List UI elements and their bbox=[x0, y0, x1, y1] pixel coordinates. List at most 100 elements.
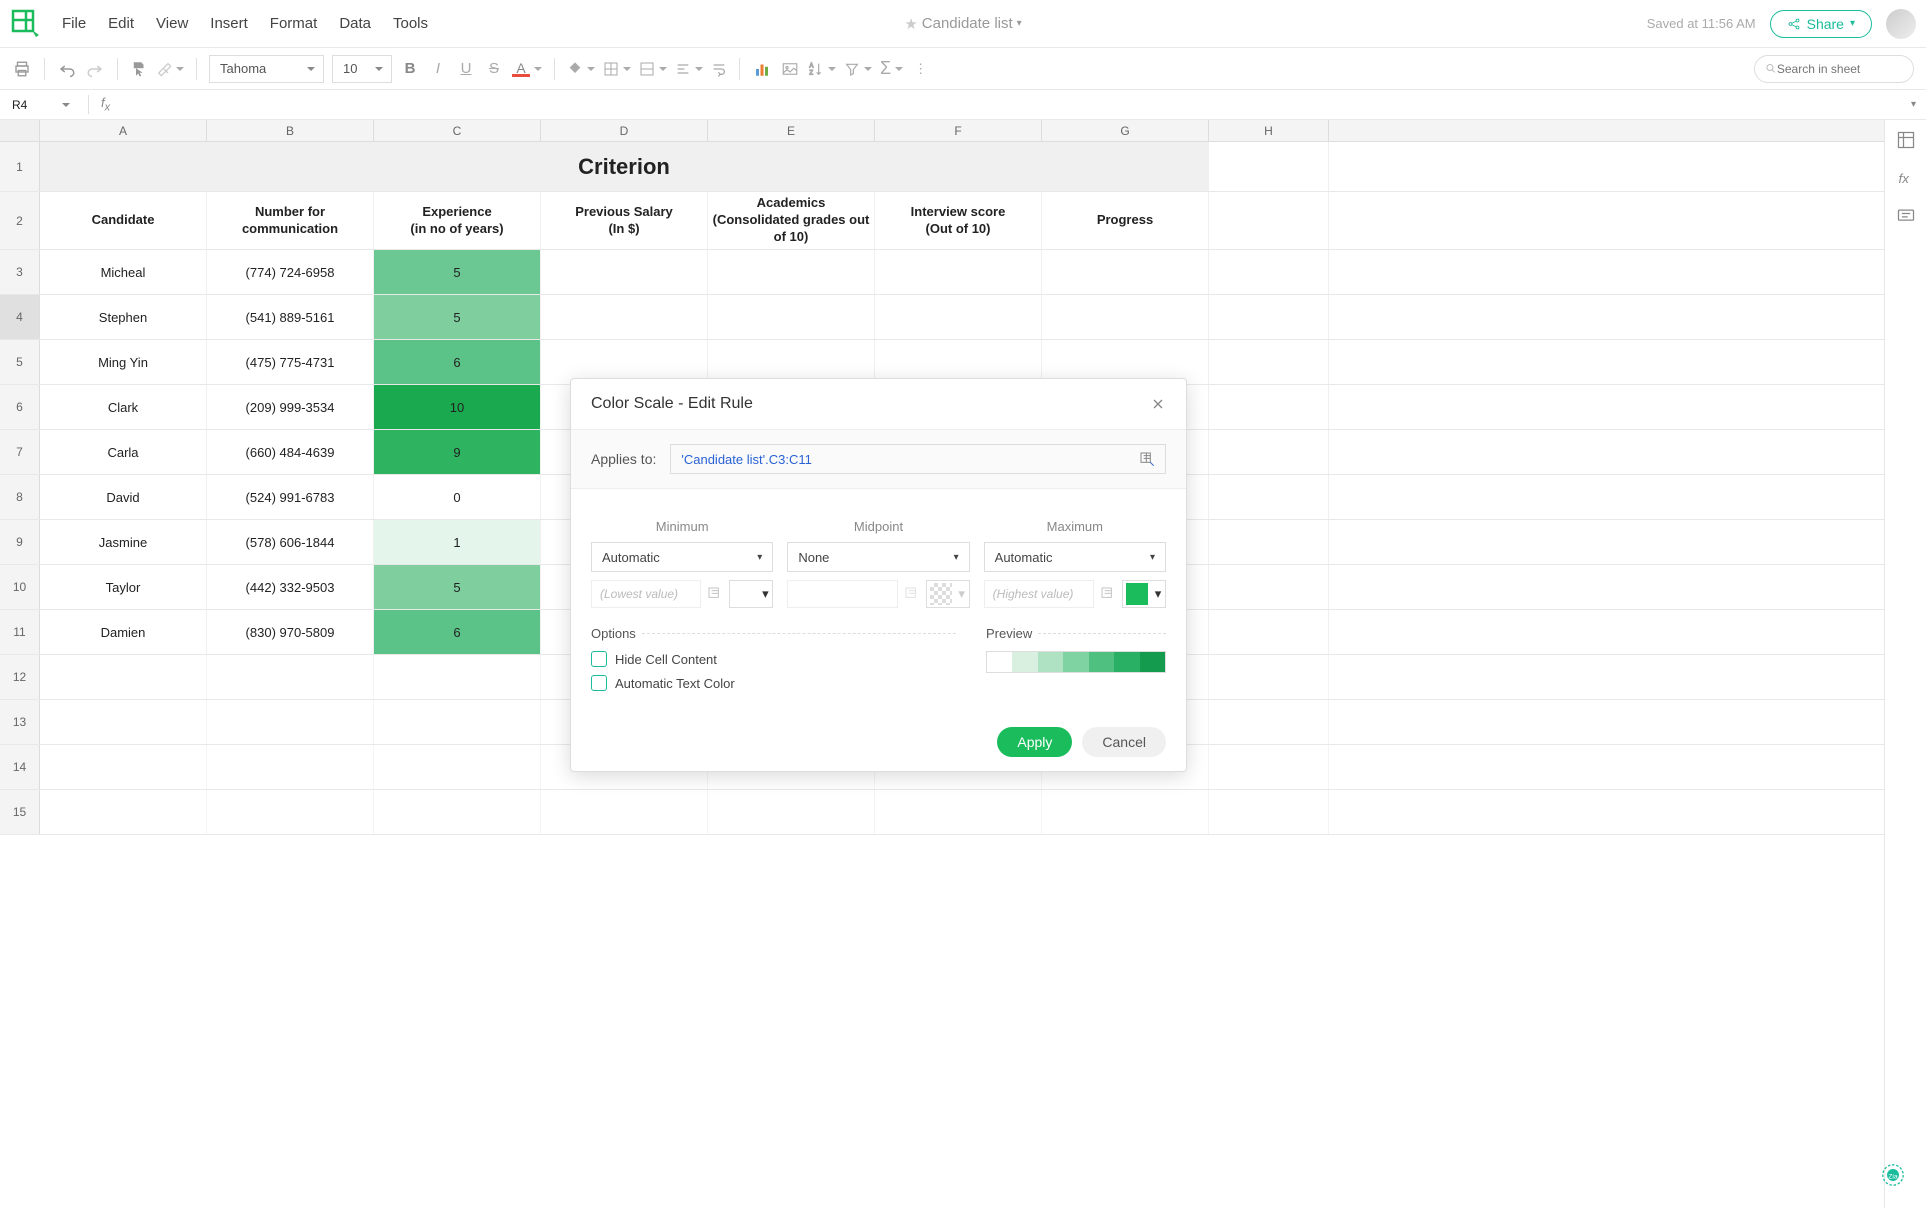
chevron-down-icon[interactable]: ▾ bbox=[1911, 99, 1916, 110]
row-header[interactable]: 4 bbox=[0, 295, 40, 339]
menu-view[interactable]: View bbox=[156, 15, 188, 32]
search-sheet[interactable] bbox=[1754, 55, 1914, 83]
checkbox-icon[interactable] bbox=[591, 675, 607, 691]
header-cell[interactable]: Candidate bbox=[40, 192, 207, 249]
search-input[interactable] bbox=[1777, 62, 1903, 76]
cell[interactable]: (541) 889-5161 bbox=[207, 295, 374, 339]
title-cell[interactable]: Criterion bbox=[40, 142, 1209, 191]
cell[interactable] bbox=[1209, 655, 1329, 699]
checkbox-icon[interactable] bbox=[591, 651, 607, 667]
cell[interactable]: Clark bbox=[40, 385, 207, 429]
header-cell[interactable]: Number for communication bbox=[207, 192, 374, 249]
menu-insert[interactable]: Insert bbox=[210, 15, 248, 32]
minimum-type-select[interactable]: Automatic▾ bbox=[591, 542, 773, 572]
header-cell[interactable]: Academics (Consolidated grades out of 10… bbox=[708, 192, 875, 249]
row-header[interactable]: 12 bbox=[0, 655, 40, 699]
cell[interactable] bbox=[374, 790, 541, 834]
cell[interactable] bbox=[1042, 250, 1209, 294]
cell-reference[interactable]: R4 bbox=[6, 93, 76, 117]
col-header[interactable]: A bbox=[40, 120, 207, 141]
cell[interactable] bbox=[207, 700, 374, 744]
row-header[interactable]: 10 bbox=[0, 565, 40, 609]
bold-icon[interactable]: B bbox=[400, 59, 420, 79]
range-picker-icon[interactable] bbox=[1139, 451, 1155, 467]
row-header[interactable]: 8 bbox=[0, 475, 40, 519]
comments-icon[interactable] bbox=[1896, 206, 1916, 226]
cell[interactable] bbox=[1042, 790, 1209, 834]
cell[interactable] bbox=[541, 250, 708, 294]
range-picker-icon[interactable] bbox=[1100, 586, 1116, 602]
menu-data[interactable]: Data bbox=[339, 15, 371, 32]
menu-format[interactable]: Format bbox=[270, 15, 318, 32]
cell[interactable] bbox=[1209, 475, 1329, 519]
cell[interactable]: Stephen bbox=[40, 295, 207, 339]
cell[interactable] bbox=[541, 295, 708, 339]
range-picker-icon[interactable] bbox=[707, 586, 723, 602]
close-icon[interactable] bbox=[1150, 396, 1166, 412]
header-cell[interactable]: Interview score (Out of 10) bbox=[875, 192, 1042, 249]
cell[interactable]: David bbox=[40, 475, 207, 519]
midpoint-type-select[interactable]: None▾ bbox=[787, 542, 969, 572]
col-header[interactable]: F bbox=[875, 120, 1042, 141]
wrap-text[interactable] bbox=[711, 61, 727, 77]
row-header[interactable]: 5 bbox=[0, 340, 40, 384]
fill-color[interactable] bbox=[567, 61, 595, 77]
cell[interactable] bbox=[1209, 520, 1329, 564]
col-header[interactable]: C bbox=[374, 120, 541, 141]
row-header[interactable]: 1 bbox=[0, 142, 40, 191]
cell[interactable] bbox=[875, 790, 1042, 834]
cell[interactable]: Carla bbox=[40, 430, 207, 474]
min-color-swatch[interactable]: ▾ bbox=[729, 580, 773, 608]
row-header[interactable]: 2 bbox=[0, 192, 40, 249]
cell[interactable]: (578) 606-1844 bbox=[207, 520, 374, 564]
cell[interactable] bbox=[40, 745, 207, 789]
cell[interactable]: 1 bbox=[374, 520, 541, 564]
row-header[interactable]: 15 bbox=[0, 790, 40, 834]
cell[interactable] bbox=[207, 790, 374, 834]
cell[interactable]: (209) 999-3534 bbox=[207, 385, 374, 429]
cell[interactable] bbox=[207, 655, 374, 699]
cell[interactable] bbox=[207, 745, 374, 789]
spreadsheet-grid[interactable]: A B C D E F G H 1 Criterion 2 Candidate … bbox=[0, 120, 1884, 1208]
cell[interactable]: 9 bbox=[374, 430, 541, 474]
functions-icon[interactable]: Σ bbox=[880, 58, 903, 79]
fx-icon[interactable]: fx bbox=[88, 95, 110, 114]
cell[interactable] bbox=[875, 295, 1042, 339]
col-header[interactable]: B bbox=[207, 120, 374, 141]
range-input[interactable]: 'Candidate list'.C3:C11 bbox=[670, 444, 1166, 474]
cell[interactable] bbox=[1209, 610, 1329, 654]
preview-strip[interactable] bbox=[986, 651, 1166, 673]
cell[interactable]: 5 bbox=[374, 565, 541, 609]
cell[interactable] bbox=[1209, 192, 1329, 249]
fx-panel-icon[interactable]: fx bbox=[1896, 168, 1916, 188]
row-header[interactable]: 3 bbox=[0, 250, 40, 294]
cell[interactable] bbox=[374, 655, 541, 699]
italic-icon[interactable]: I bbox=[428, 59, 448, 79]
cell[interactable]: (774) 724-6958 bbox=[207, 250, 374, 294]
maximum-type-select[interactable]: Automatic▾ bbox=[984, 542, 1166, 572]
image-icon[interactable] bbox=[780, 59, 800, 79]
redo-icon[interactable] bbox=[85, 59, 105, 79]
print-icon[interactable] bbox=[12, 59, 32, 79]
cell[interactable] bbox=[1209, 295, 1329, 339]
underline-icon[interactable]: U bbox=[456, 59, 476, 79]
cell[interactable] bbox=[40, 655, 207, 699]
cell[interactable]: 10 bbox=[374, 385, 541, 429]
row-header[interactable]: 9 bbox=[0, 520, 40, 564]
cell[interactable]: (475) 775-4731 bbox=[207, 340, 374, 384]
menu-file[interactable]: File bbox=[62, 15, 86, 32]
cell[interactable] bbox=[40, 790, 207, 834]
cancel-button[interactable]: Cancel bbox=[1082, 727, 1166, 757]
row-header[interactable]: 6 bbox=[0, 385, 40, 429]
cell[interactable] bbox=[875, 250, 1042, 294]
cell[interactable]: (660) 484-4639 bbox=[207, 430, 374, 474]
undo-icon[interactable] bbox=[57, 59, 77, 79]
cell[interactable] bbox=[1042, 295, 1209, 339]
cell[interactable] bbox=[1209, 340, 1329, 384]
col-header[interactable]: G bbox=[1042, 120, 1209, 141]
cell[interactable] bbox=[1209, 565, 1329, 609]
row-header[interactable]: 11 bbox=[0, 610, 40, 654]
doc-title[interactable]: ★ Candidate list ▾ bbox=[904, 15, 1021, 33]
filter-icon[interactable] bbox=[844, 61, 872, 77]
avatar[interactable] bbox=[1886, 9, 1916, 39]
